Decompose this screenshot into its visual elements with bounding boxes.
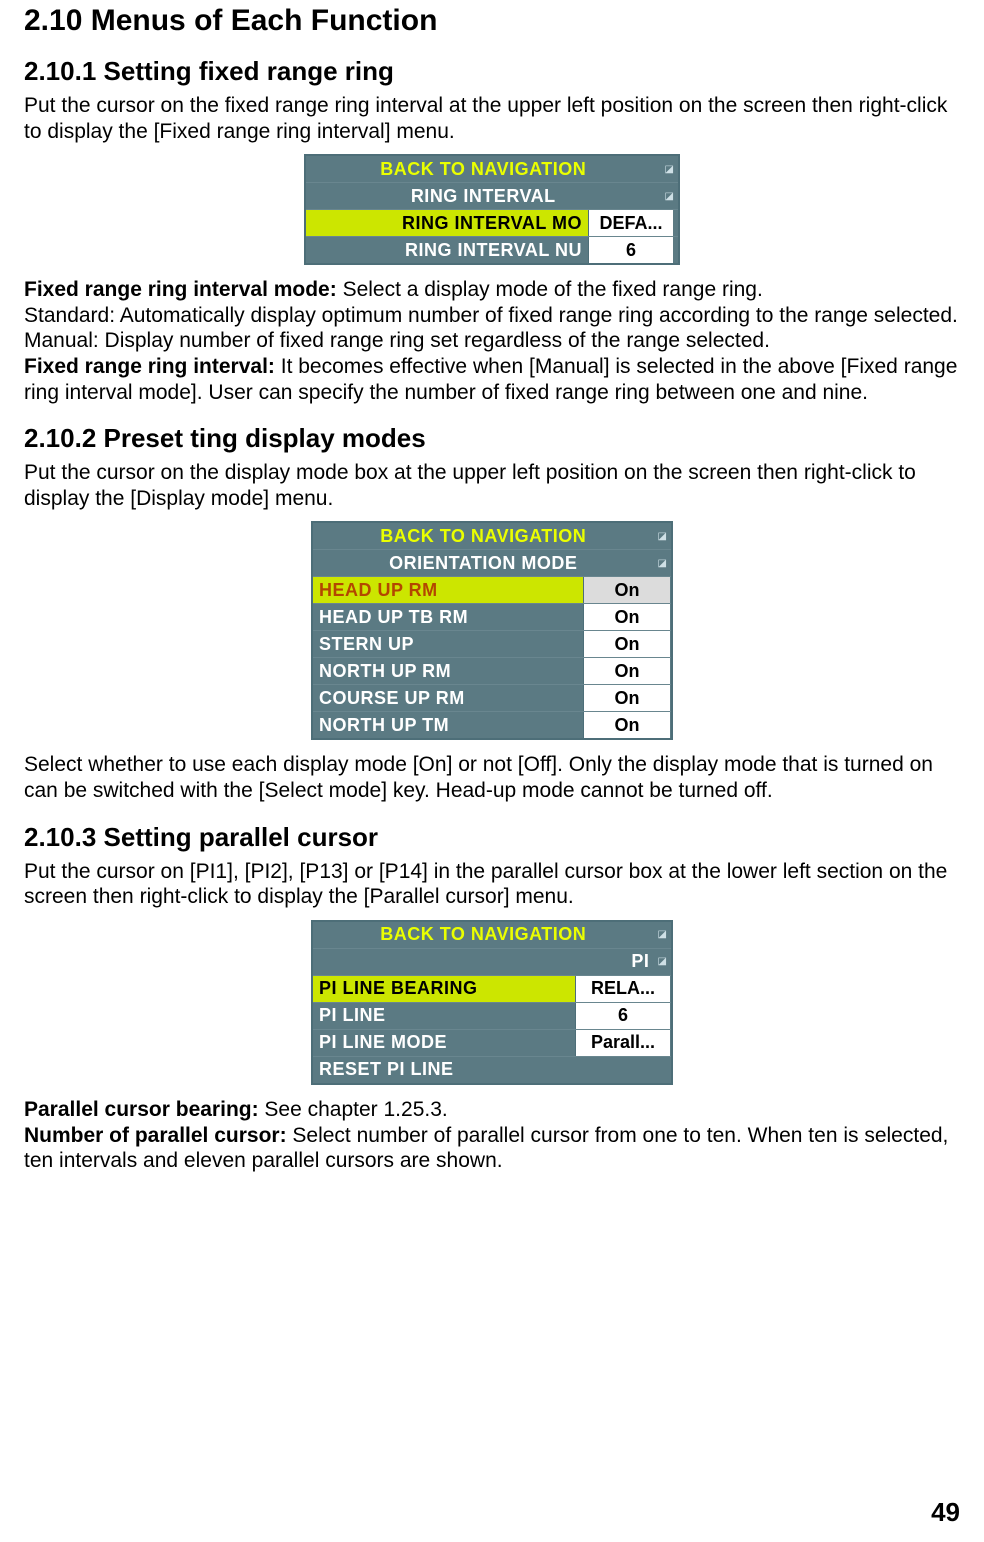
menu-label: RESET PI LINE: [313, 1057, 575, 1083]
menu-item-ring-interval-mode[interactable]: RING INTERVAL MO DEFA...: [306, 209, 678, 236]
arrow-icon: ◪: [654, 523, 672, 549]
arrow-icon: ◪: [660, 183, 678, 209]
menu-item-north-up-rm[interactable]: NORTH UP RM On: [313, 657, 671, 684]
section-heading-2-10: 2.10 Menus of Each Function: [24, 4, 960, 38]
menu-value: Parall...: [575, 1030, 670, 1056]
menu-label: BACK TO NAVIGATION: [313, 523, 654, 549]
menu-item-course-up-rm[interactable]: COURSE UP RM On: [313, 684, 671, 711]
menu-value: 6: [588, 237, 673, 263]
menu-item-back[interactable]: BACK TO NAVIGATION ◪: [306, 156, 678, 182]
menu-header: ORIENTATION MODE ◪: [313, 549, 671, 576]
menu-item-north-up-tm[interactable]: NORTH UP TM On: [313, 711, 671, 738]
text: Standard: Automatically display optimum …: [24, 304, 958, 327]
arrow-icon: ◪: [660, 156, 678, 182]
menu-header: PI ◪: [313, 948, 671, 975]
orientation-mode-menu: BACK TO NAVIGATION ◪ ORIENTATION MODE ◪ …: [311, 521, 673, 740]
ring-interval-menu: BACK TO NAVIGATION ◪ RING INTERVAL ◪ RIN…: [304, 154, 680, 265]
menu-item-pi-line[interactable]: PI LINE 6: [313, 1002, 671, 1029]
paragraph: Put the cursor on [PI1], [PI2], [P13] or…: [24, 859, 960, 910]
paragraph: Select whether to use each display mode …: [24, 752, 960, 803]
menu-item-pi-line-mode[interactable]: PI LINE MODE Parall...: [313, 1029, 671, 1056]
menu-item-pi-line-bearing[interactable]: PI LINE BEARING RELA...: [313, 975, 671, 1002]
menu-item-stern-up[interactable]: STERN UP On: [313, 630, 671, 657]
arrow-icon: ◪: [653, 949, 671, 975]
menu-label: BACK TO NAVIGATION: [313, 922, 654, 948]
menu-value: On: [583, 658, 670, 684]
paragraph: Put the cursor on the fixed range ring i…: [24, 93, 960, 144]
menu-value: 6: [575, 1003, 670, 1029]
paragraph: Put the cursor on the display mode box a…: [24, 460, 960, 511]
menu-screenshot-ring-interval: BACK TO NAVIGATION ◪ RING INTERVAL ◪ RIN…: [24, 154, 960, 265]
menu-label: PI LINE MODE: [313, 1030, 575, 1056]
text-bold: Parallel cursor bearing:: [24, 1098, 259, 1121]
menu-label: NORTH UP TM: [313, 712, 583, 738]
arrow-icon: ◪: [654, 922, 672, 948]
menu-item-head-up-rm[interactable]: HEAD UP RM On: [313, 576, 671, 603]
menu-item-ring-interval-number[interactable]: RING INTERVAL NU 6: [306, 236, 678, 263]
text: Select a display mode of the fixed range…: [337, 278, 763, 301]
menu-label: HEAD UP TB RM: [313, 604, 583, 630]
menu-label: RING INTERVAL NU: [306, 237, 588, 263]
menu-value: On: [583, 685, 670, 711]
subsection-heading-2-10-3: 2.10.3 Setting parallel cursor: [24, 822, 960, 853]
menu-label: RING INTERVAL MO: [306, 210, 588, 236]
paragraph: Parallel cursor bearing: See chapter 1.2…: [24, 1097, 960, 1174]
menu-label: HEAD UP RM: [313, 577, 583, 603]
menu-label: PI LINE: [313, 1003, 575, 1029]
text: See chapter 1.25.3.: [259, 1098, 448, 1121]
text-bold: Number of parallel cursor:: [24, 1124, 287, 1147]
text-bold: Fixed range ring interval:: [24, 355, 275, 378]
document-page: 2.10 Menus of Each Function 2.10.1 Setti…: [0, 0, 984, 1542]
page-number: 49: [931, 1497, 960, 1528]
menu-screenshot-pi: BACK TO NAVIGATION ◪ PI ◪ PI LINE BEARIN…: [24, 920, 960, 1085]
menu-value: RELA...: [575, 976, 670, 1002]
menu-label: PI LINE BEARING: [313, 976, 575, 1002]
menu-label: COURSE UP RM: [313, 685, 583, 711]
menu-item-back[interactable]: BACK TO NAVIGATION ◪: [313, 523, 671, 549]
menu-label: NORTH UP RM: [313, 658, 583, 684]
menu-value: On: [583, 604, 670, 630]
menu-label: STERN UP: [313, 631, 583, 657]
subsection-heading-2-10-1: 2.10.1 Setting fixed range ring: [24, 56, 960, 87]
menu-label: BACK TO NAVIGATION: [306, 156, 660, 182]
arrow-icon: ◪: [654, 550, 672, 576]
menu-item-back[interactable]: BACK TO NAVIGATION ◪: [313, 922, 671, 948]
menu-header: RING INTERVAL ◪: [306, 182, 678, 209]
paragraph: Fixed range ring interval mode: Select a…: [24, 277, 960, 405]
menu-item-head-up-tb-rm[interactable]: HEAD UP TB RM On: [313, 603, 671, 630]
text: Manual: Display number of fixed range ri…: [24, 329, 770, 352]
menu-value: On: [583, 577, 670, 603]
menu-label: RING INTERVAL: [306, 183, 660, 209]
text-bold: Fixed range ring interval mode:: [24, 278, 337, 301]
menu-value: DEFA...: [588, 210, 673, 236]
menu-label: PI: [313, 949, 653, 975]
menu-label: ORIENTATION MODE: [313, 550, 654, 576]
subsection-heading-2-10-2: 2.10.2 Preset ting display modes: [24, 423, 960, 454]
pi-menu: BACK TO NAVIGATION ◪ PI ◪ PI LINE BEARIN…: [311, 920, 673, 1085]
menu-screenshot-orientation-mode: BACK TO NAVIGATION ◪ ORIENTATION MODE ◪ …: [24, 521, 960, 740]
menu-item-reset-pi-line[interactable]: RESET PI LINE: [313, 1056, 671, 1083]
menu-value: On: [583, 712, 670, 738]
menu-value: On: [583, 631, 670, 657]
